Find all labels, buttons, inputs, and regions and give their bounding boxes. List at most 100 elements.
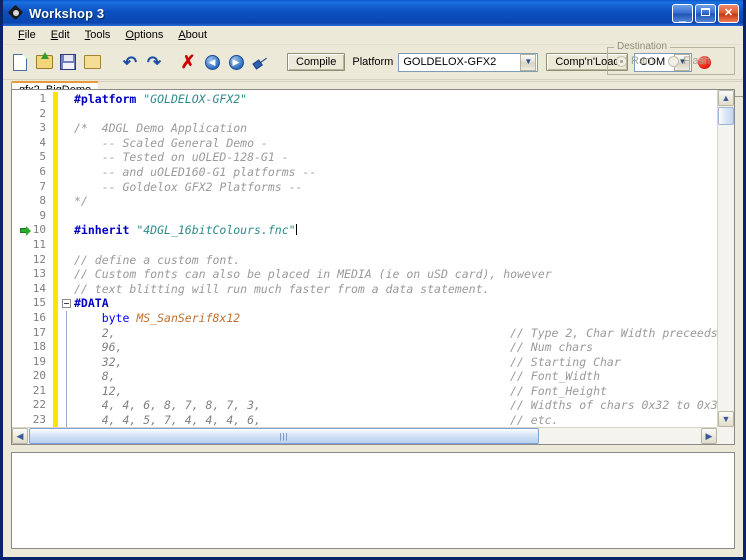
modified-line-indicator (53, 413, 58, 427)
vertical-scroll-thumb[interactable] (718, 107, 734, 125)
code-line[interactable]: 14 // text blitting will run much faster … (12, 281, 717, 297)
maximize-icon (701, 8, 710, 16)
line-number: 15 (32, 296, 46, 310)
destination-flash-label: Flash (683, 55, 711, 67)
code-line[interactable]: 21 12, // Font_Height (12, 383, 717, 399)
line-number: 3 (39, 121, 46, 135)
open-file-button[interactable] (33, 51, 55, 73)
toolbar: ↶ ↷ ✗ ◀ ▶ Compile Platform GOLDELOX-GFX2… (3, 41, 743, 80)
line-number: 13 (32, 267, 46, 281)
application-window: Workshop 3 _ ✕ File Edit Tools Options A… (0, 0, 746, 560)
code-line[interactable]: 16 byte MS_SanSerif8x12 (12, 310, 717, 326)
code-line[interactable]: 11 (12, 237, 717, 253)
redo-button[interactable]: ↷ (143, 51, 165, 73)
code-text: byte MS_SanSerif8x12 (101, 310, 241, 325)
fold-collapse-icon[interactable] (61, 296, 73, 311)
modified-line-indicator (53, 150, 58, 165)
menu-item-about[interactable]: About (171, 28, 215, 42)
code-line[interactable]: 17 2, // Type 2, Char Width preceeds ch (12, 325, 717, 341)
code-line[interactable]: 15 #DATA (12, 296, 717, 311)
maximize-button[interactable] (695, 3, 716, 23)
menu-item-file[interactable]: File (11, 28, 44, 42)
destination-radio-ram[interactable]: Ram (616, 55, 654, 67)
bookmark-icon[interactable] (20, 225, 32, 237)
line-number: 8 (39, 194, 46, 208)
code-text: 4, 4, 6, 8, 7, 8, 7, 3, (74, 398, 261, 413)
save-file-button[interactable] (57, 51, 79, 73)
menu-item-options[interactable]: Options (118, 28, 171, 42)
code-text: 2, (74, 325, 116, 340)
inline-comment: // Type 2, Char Width preceeds ch (510, 325, 717, 340)
new-file-button[interactable] (9, 51, 31, 73)
redo-icon: ↷ (146, 52, 162, 72)
code-line[interactable]: 9 (12, 208, 717, 224)
fold-guide-line (61, 354, 73, 370)
code-text: 96, (74, 340, 123, 355)
code-editor-viewport[interactable]: 1 #platform "GOLDELOX-GFX2" 2 3 /* 4DGL Demo… (12, 90, 717, 427)
code-line[interactable]: 22 4, 4, 6, 8, 7, 8, 7, 3, // Widths of c… (12, 398, 717, 414)
code-line[interactable]: 23 4, 4, 5, 7, 4, 4, 4, 6, // etc. (12, 413, 717, 427)
minimize-icon: _ (678, 8, 687, 23)
menu-item-tools[interactable]: Tools (78, 28, 119, 42)
window-title: Workshop 3 (29, 5, 105, 21)
chevron-down-icon[interactable]: ▼ (520, 53, 537, 71)
compile-button[interactable]: Compile (287, 53, 346, 71)
find-next-button[interactable]: ▶ (225, 51, 247, 73)
scroll-up-button[interactable]: ▲ (718, 90, 734, 106)
inline-comment: // Widths of chars 0x32 to 0x39 (510, 398, 717, 413)
horizontal-scroll-thumb[interactable]: ||| (29, 428, 539, 444)
modified-line-indicator (53, 121, 58, 136)
code-line[interactable]: 5 -- Tested on uOLED-128-G1 - (12, 150, 717, 165)
minimize-button[interactable]: _ (672, 3, 693, 23)
inline-comment: // etc. (510, 413, 559, 427)
code-text: // Custom fonts can also be placed in ME… (74, 267, 552, 282)
code-line[interactable]: 3 /* 4DGL Demo Application (12, 121, 717, 136)
line-number: 14 (32, 281, 46, 295)
scroll-left-button[interactable]: ◀ (12, 428, 28, 444)
platform-combobox[interactable]: GOLDELOX-GFX2 ▼ (398, 52, 539, 72)
code-line[interactable]: 18 96, // Num chars (12, 340, 717, 355)
find-previous-button[interactable]: ◀ (201, 51, 223, 73)
inline-comment: // Font_Width (510, 369, 601, 384)
code-line[interactable]: 1 #platform "GOLDELOX-GFX2" (12, 92, 717, 107)
code-line[interactable]: 4 -- Scaled General Demo - (12, 135, 717, 151)
code-line[interactable]: 6 -- and uOLED160-G1 platforms -- (12, 164, 717, 180)
save-file-icon (60, 54, 76, 70)
code-line[interactable]: 19 32, // Starting Char (12, 354, 717, 370)
code-line[interactable]: 7 -- Goldelox GFX2 Platforms -- (12, 179, 717, 195)
open-folder-button[interactable] (81, 51, 103, 73)
pin-button[interactable] (249, 51, 271, 73)
undo-button[interactable]: ↶ (119, 51, 141, 73)
code-text: -- and uOLED160-G1 platforms -- (74, 164, 317, 179)
menu-item-edit[interactable]: Edit (44, 28, 78, 42)
line-number: 2 (39, 106, 46, 120)
platform-value: GOLDELOX-GFX2 (403, 56, 497, 68)
modified-line-indicator (53, 354, 58, 370)
line-number: 19 (32, 354, 46, 368)
code-line[interactable]: 2 (12, 106, 717, 122)
code-line[interactable]: 10 #inherit "4DGL_16bitColours.fnc" (12, 223, 717, 238)
code-line[interactable]: 8 */ (12, 194, 717, 209)
line-number: 17 (32, 325, 46, 339)
line-number: 20 (32, 369, 46, 383)
window-controls: _ ✕ (672, 3, 739, 23)
destination-radio-flash[interactable]: Flash (668, 55, 710, 67)
radio-selected-icon (616, 55, 627, 67)
close-button[interactable]: ✕ (718, 3, 739, 23)
scroll-down-button[interactable]: ▼ (718, 411, 734, 427)
code-text: */ (74, 194, 88, 209)
chevron-down-icon: ▼ (721, 413, 731, 424)
modified-line-indicator (53, 208, 58, 224)
code-line[interactable]: 20 8, // Font_Width (12, 369, 717, 384)
code-text: /* 4DGL Demo Application (74, 121, 248, 136)
editor-vertical-scrollbar[interactable]: ▲ ▼ (717, 90, 734, 427)
chevron-up-icon: ▲ (721, 92, 731, 103)
code-line[interactable]: 13 // Custom fonts can also be placed in … (12, 267, 717, 282)
delete-button[interactable]: ✗ (177, 51, 199, 73)
chevron-left-icon: ◀ (16, 430, 24, 441)
editor-horizontal-scrollbar[interactable]: ◀ ||| ▶ (12, 427, 717, 444)
line-number: 6 (39, 164, 46, 178)
new-file-icon (13, 53, 27, 71)
code-line[interactable]: 12 // define a custom font. (12, 252, 717, 268)
scroll-right-button[interactable]: ▶ (701, 428, 717, 444)
